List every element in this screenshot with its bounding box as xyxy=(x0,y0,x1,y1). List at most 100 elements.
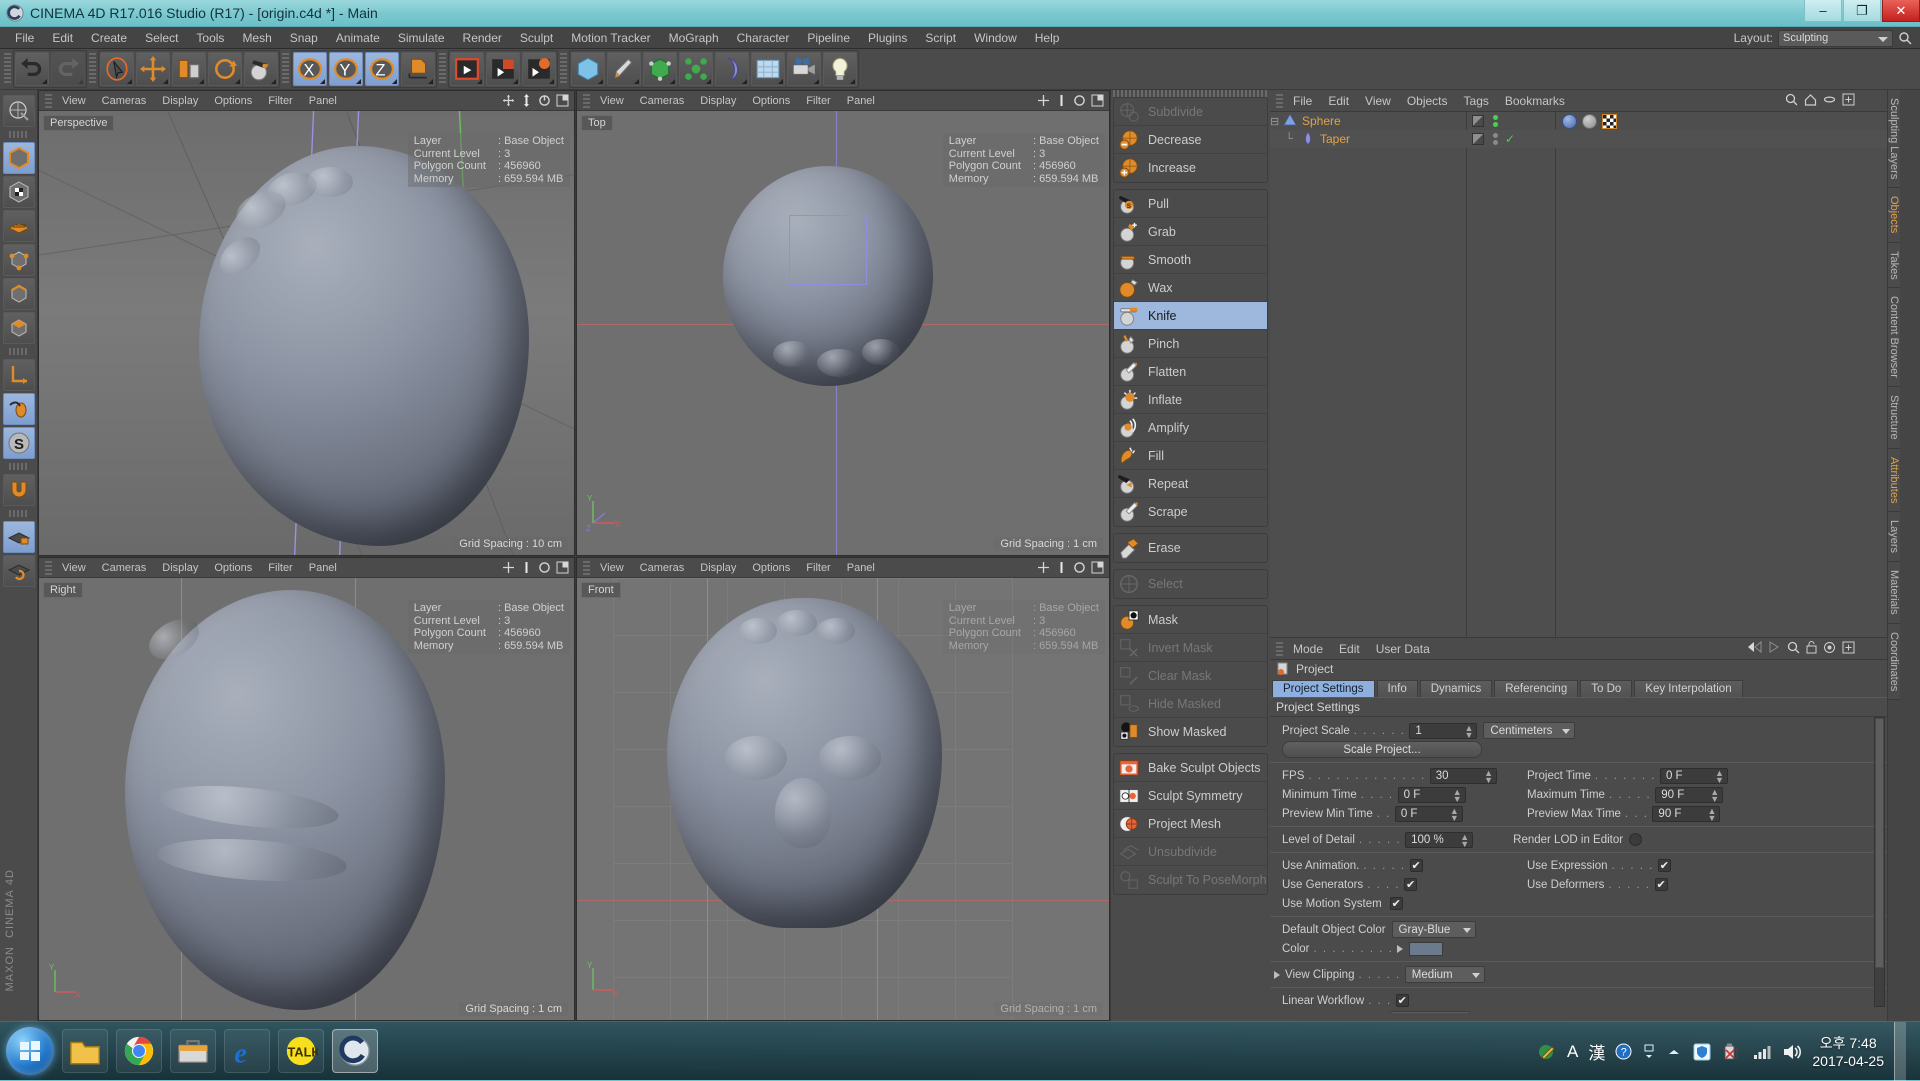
om-menu-objects[interactable]: Objects xyxy=(1399,93,1456,109)
workplane-mode-button[interactable] xyxy=(3,210,35,242)
sculpt-tool-show-masked[interactable]: Show Masked xyxy=(1114,718,1267,746)
scale-project-button[interactable]: Scale Project... xyxy=(1282,741,1482,758)
project-scale-unit-select[interactable]: Centimeters xyxy=(1483,722,1575,739)
soft-selection-button[interactable]: S xyxy=(3,427,35,459)
texture-mode-button[interactable] xyxy=(3,176,35,208)
sculpt-tool-pinch[interactable]: Pinch xyxy=(1114,330,1267,358)
add-mograph-button[interactable] xyxy=(679,52,713,86)
stepper-icon[interactable]: ▲▼ xyxy=(1460,834,1469,848)
vertical-tab-sculpting-layers[interactable]: Sculpting Layers xyxy=(1888,90,1900,188)
pan-icon[interactable] xyxy=(502,561,515,574)
menu-character[interactable]: Character xyxy=(728,29,799,47)
zoom-dolly-icon[interactable] xyxy=(1055,94,1068,107)
attribute-tab-to-do[interactable]: To Do xyxy=(1580,680,1632,697)
panel-grip[interactable] xyxy=(583,561,590,575)
internet-explorer-taskbar-item[interactable]: e xyxy=(224,1029,270,1073)
add-deformer-button[interactable] xyxy=(715,52,749,86)
viewport-menu-options[interactable]: Options xyxy=(206,94,260,108)
enable-axis-button[interactable] xyxy=(3,393,35,425)
record-target-icon[interactable] xyxy=(1823,641,1836,654)
menu-motion-tracker[interactable]: Motion Tracker xyxy=(562,29,659,47)
viewport-menu-cameras[interactable]: Cameras xyxy=(632,561,693,575)
toggle-checkbox[interactable]: ✔ xyxy=(1658,859,1671,872)
toolbar-grip[interactable] xyxy=(439,53,446,85)
render-settings-button[interactable] xyxy=(522,52,556,86)
search-icon[interactable] xyxy=(1785,93,1798,106)
stepper-icon[interactable]: ▲▼ xyxy=(1453,789,1462,803)
sculpt-tool-project-mesh[interactable]: Project Mesh xyxy=(1114,810,1267,838)
workplane-lock-button[interactable] xyxy=(3,521,35,553)
volume-icon[interactable] xyxy=(1782,1043,1802,1061)
panel-grip[interactable] xyxy=(45,94,52,108)
sculpt-tool-pull[interactable]: SPull xyxy=(1114,190,1267,218)
sculpt-tool-flatten[interactable]: Flatten xyxy=(1114,358,1267,386)
enable-dots[interactable] xyxy=(1493,133,1498,145)
maximize-viewport-icon[interactable] xyxy=(1091,561,1104,574)
object-row[interactable]: ⊟Sphere xyxy=(1270,112,1887,130)
attribute-tab-dynamics[interactable]: Dynamics xyxy=(1420,680,1492,697)
menu-mograph[interactable]: MoGraph xyxy=(660,29,728,47)
viewport-right-label[interactable]: Right xyxy=(43,582,83,598)
sculpt-tool-erase[interactable]: Erase xyxy=(1114,534,1267,562)
render-lod-checkbox[interactable] xyxy=(1629,833,1642,846)
nav-forward-icon[interactable] xyxy=(1768,641,1781,653)
toolbar-grip[interactable] xyxy=(4,53,11,85)
snap-enable-button[interactable] xyxy=(3,474,35,506)
visibility-toggle-icon[interactable] xyxy=(1472,115,1484,127)
rotate-tool-button[interactable] xyxy=(208,52,242,86)
om-menu-file[interactable]: File xyxy=(1285,93,1320,109)
nav-back-icon[interactable] xyxy=(1747,641,1762,653)
viewport-top[interactable]: View Cameras Display Options Filter Pane… xyxy=(576,90,1110,556)
menu-file[interactable]: File xyxy=(6,29,43,47)
menu-plugins[interactable]: Plugins xyxy=(859,29,916,47)
viewport-top-canvas[interactable]: Y X Z Layer: Base ObjectCurrent Level: 3… xyxy=(577,111,1109,555)
polygons-mode-button[interactable] xyxy=(3,312,35,344)
home-icon[interactable] xyxy=(1804,93,1817,106)
expand-icon[interactable] xyxy=(1642,1043,1656,1060)
vertical-tab-takes[interactable]: Takes xyxy=(1888,243,1900,289)
toggle-checkbox[interactable]: ✔ xyxy=(1404,878,1417,891)
model-mode-button[interactable] xyxy=(3,142,35,174)
lod-input[interactable]: 100 % ▲▼ xyxy=(1405,832,1473,848)
dot-visible-editor[interactable] xyxy=(1493,133,1498,138)
viewport-menu-filter[interactable]: Filter xyxy=(798,561,838,575)
enable-dots[interactable] xyxy=(1493,115,1498,127)
am-menu-mode[interactable]: Mode xyxy=(1285,641,1331,657)
maximize-viewport-icon[interactable] xyxy=(1091,94,1104,107)
panel-grip[interactable] xyxy=(1276,642,1283,656)
project-scale-input[interactable]: 1 ▲▼ xyxy=(1409,723,1477,739)
maximize-viewport-icon[interactable] xyxy=(556,561,569,574)
taskbar-clock[interactable]: 오후 7:48 2017-04-25 xyxy=(1812,1034,1884,1070)
maximize-viewport-icon[interactable] xyxy=(556,94,569,107)
new-window-icon[interactable] xyxy=(1842,93,1855,106)
stepper-icon[interactable]: ▲▼ xyxy=(1450,808,1459,822)
stepper-icon[interactable]: ▲▼ xyxy=(1465,725,1474,739)
menu-snap[interactable]: Snap xyxy=(281,29,327,47)
attribute-scrollbar[interactable] xyxy=(1874,717,1885,1007)
cinema4d-taskbar-item[interactable] xyxy=(332,1029,378,1073)
minimize-button[interactable]: – xyxy=(1804,0,1842,22)
viewport-front-canvas[interactable]: Y X Layer: Base ObjectCurrent Level: 3Po… xyxy=(577,578,1109,1020)
vertical-tab-attributes[interactable]: Attributes xyxy=(1888,449,1900,512)
viewport-menu-options[interactable]: Options xyxy=(744,94,798,108)
windows-explorer-taskbar-item[interactable] xyxy=(62,1029,108,1073)
viewport-menu-display[interactable]: Display xyxy=(692,94,744,108)
viewport-menu-display[interactable]: Display xyxy=(154,94,206,108)
menu-script[interactable]: Script xyxy=(916,29,965,47)
sculpt-brush-button[interactable] xyxy=(244,52,278,86)
menu-edit[interactable]: Edit xyxy=(43,29,82,47)
stepper-icon[interactable]: ▲▼ xyxy=(1708,808,1717,822)
viewport-perspective[interactable]: View Cameras Display Options Filter Pane… xyxy=(38,90,575,556)
default-object-color-select[interactable]: Gray-Blue xyxy=(1392,921,1476,938)
lock-y-button[interactable]: Y xyxy=(329,52,363,86)
viewport-perspective-label[interactable]: Perspective xyxy=(43,115,114,131)
menu-window[interactable]: Window xyxy=(965,29,1026,47)
viewport-menu-panel[interactable]: Panel xyxy=(301,561,345,575)
viewport-menu-display[interactable]: Display xyxy=(154,561,206,575)
panel-grip[interactable] xyxy=(583,94,590,108)
object-axis-button[interactable] xyxy=(3,359,35,391)
show-desktop-button[interactable] xyxy=(1894,1022,1906,1081)
viewport-menu-options[interactable]: Options xyxy=(206,561,260,575)
dot-visible-render[interactable] xyxy=(1493,122,1498,127)
sculpt-tool-grab[interactable]: Grab xyxy=(1114,218,1267,246)
